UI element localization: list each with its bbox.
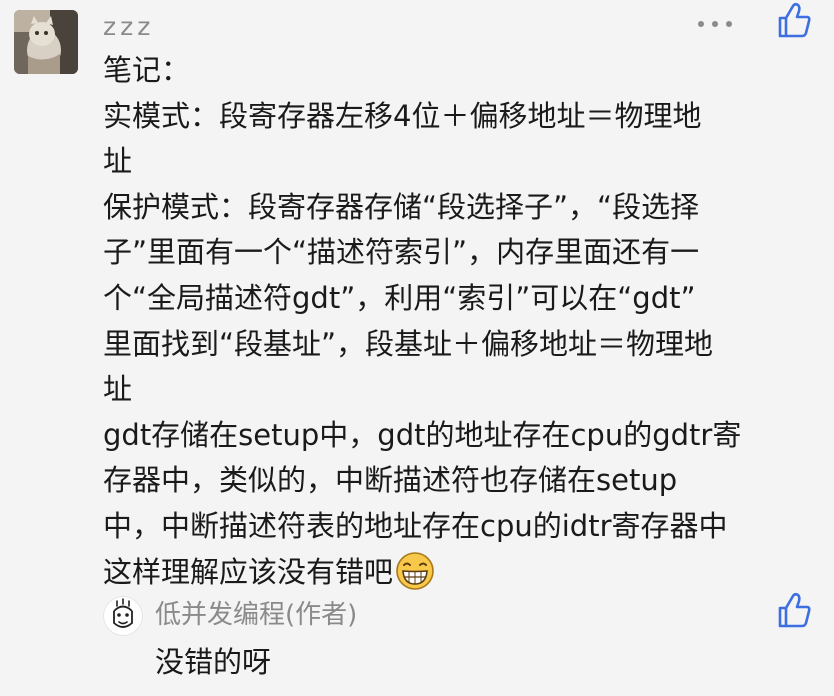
- comment-line: 存器中，类似的，中断描述符也存储在setup: [103, 463, 678, 498]
- commenter-username[interactable]: zzz: [103, 10, 154, 44]
- grinning-face-emoji-icon: [395, 551, 435, 591]
- comment-text: 笔记： 实模式：段寄存器左移4位＋偏移地址＝物理地 址 保护模式：段寄存器存储“…: [103, 48, 821, 595]
- comment-line: 保护模式：段寄存器存储“段选择子”，“段选择: [103, 189, 700, 224]
- comment-line: 个“全局描述符gdt”，利用“索引”可以在“gdt”: [103, 280, 696, 315]
- thumbs-up-icon[interactable]: [776, 2, 812, 40]
- reply-thumbs-up-icon[interactable]: [776, 592, 812, 630]
- comment-line: 址: [103, 144, 133, 179]
- reply-author-name[interactable]: 低并发编程(作者): [155, 596, 357, 634]
- comment-line: 笔记：: [103, 53, 191, 87]
- comment-line: 址: [103, 372, 133, 407]
- commenter-avatar[interactable]: [14, 10, 78, 74]
- comment-line: 实模式：段寄存器左移4位＋偏移地址＝物理地: [103, 98, 702, 133]
- comment-line: 子”里面有一个“描述符索引”，内存里面还有一: [103, 235, 700, 270]
- more-options-icon[interactable]: [696, 12, 734, 36]
- comment-line: 中，中断描述符表的地址存在cpu的idtr寄存器中: [103, 508, 728, 543]
- author-avatar[interactable]: [103, 596, 143, 636]
- comment-line: 这样理解应该没有错吧: [103, 554, 394, 589]
- comment-line: 里面找到“段基址”，段基址＋偏移地址＝物理地: [103, 326, 714, 361]
- reply-text: 没错的呀: [155, 645, 272, 679]
- comment-last-line: 这样理解应该没有错吧: [103, 550, 821, 596]
- comment-line: gdt存储在setup中，gdt的地址存在cpu的gdtr寄: [103, 417, 742, 452]
